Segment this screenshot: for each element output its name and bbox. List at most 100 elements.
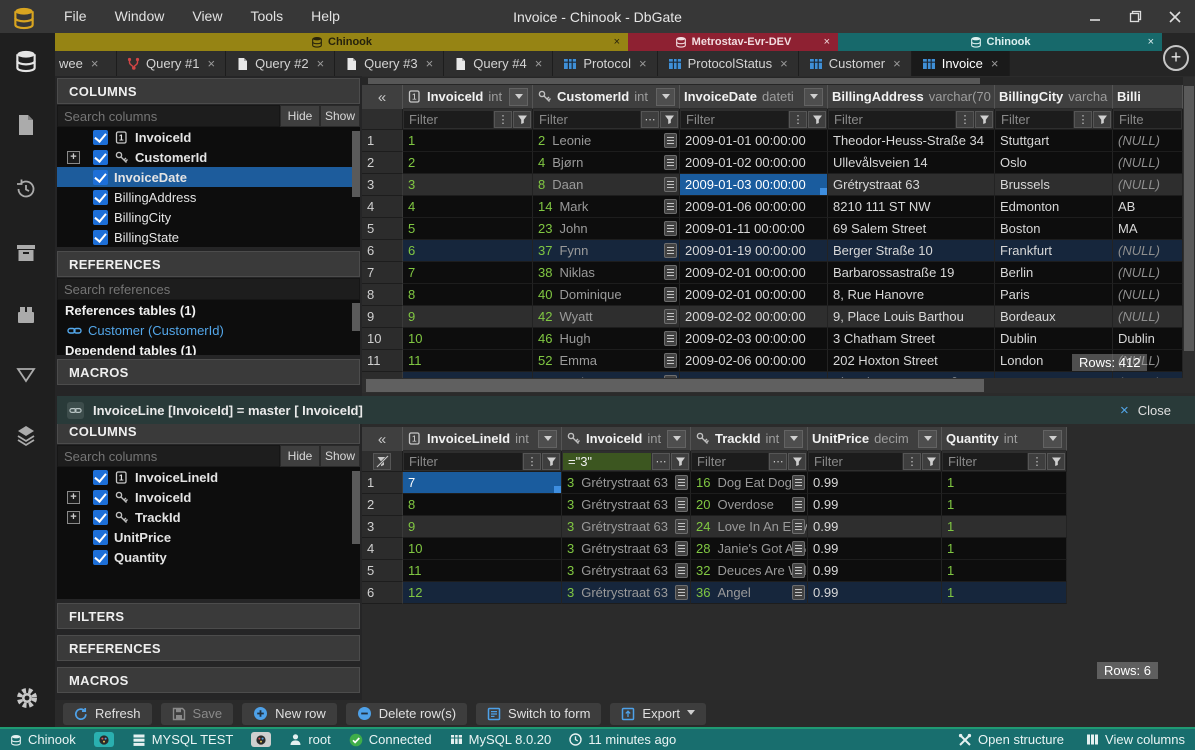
cell-invoicelineid[interactable]: 11: [403, 560, 562, 582]
expand-icon[interactable]: +: [67, 511, 80, 524]
search-references-input[interactable]: [57, 278, 360, 300]
switch-to-form-button[interactable]: Switch to form: [476, 703, 601, 725]
close-label[interactable]: Close: [1138, 403, 1171, 418]
cell-customerid[interactable]: 14Mark: [533, 196, 680, 218]
cell-invoicedate[interactable]: 2009-02-03 00:00:00: [680, 328, 828, 350]
cell-billingaddress[interactable]: 3 Chatham Street: [828, 328, 995, 350]
tab-close-icon[interactable]: ×: [893, 56, 901, 71]
close-group-icon[interactable]: ×: [1148, 36, 1154, 48]
cell-quantity[interactable]: 1: [942, 582, 1067, 604]
column-item-invoicelineid[interactable]: 1InvoiceLineId: [57, 467, 360, 487]
document-icon[interactable]: [675, 541, 688, 556]
column-item-billingaddress[interactable]: BillingAddress: [57, 187, 360, 207]
column-item-invoiceid[interactable]: 1InvoiceId: [57, 127, 360, 147]
macros-panel-header[interactable]: MACROS: [57, 359, 360, 385]
cell-billingcity[interactable]: Stuttgart: [995, 130, 1113, 152]
rail-gear-icon[interactable]: [14, 685, 41, 712]
tab-group-metrostav-evr-dev[interactable]: Metrostav-Evr-DEV×: [628, 33, 838, 51]
column-item-billingcity[interactable]: BillingCity: [57, 207, 360, 227]
filter-input-billingaddress[interactable]: Filter: [829, 111, 955, 128]
filter-menu-icon[interactable]: ⋯: [641, 111, 659, 128]
refresh-button[interactable]: Refresh: [63, 703, 152, 725]
cell-customerid[interactable]: 52Emma: [533, 350, 680, 372]
cell-invoicedate[interactable]: 2009-01-02 00:00:00: [680, 152, 828, 174]
filter-funnel-icon[interactable]: [1047, 453, 1065, 470]
columns-panel-header[interactable]: COLUMNS: [57, 78, 360, 104]
cell-billingstate[interactable]: (NULL): [1113, 130, 1183, 152]
cell-invoicedate[interactable]: 2009-01-11 00:00:00: [680, 218, 828, 240]
row-number[interactable]: 9: [362, 306, 403, 328]
cell-billingaddress[interactable]: Grétrystraat 63: [828, 174, 995, 196]
cell-invoiceid[interactable]: 6: [403, 240, 533, 262]
cell-unitprice[interactable]: 0.99: [808, 472, 942, 494]
reference-link-customer-customerid-[interactable]: Customer (CustomerId): [57, 320, 360, 340]
cell-trackid[interactable]: 20Overdose: [691, 494, 808, 516]
menu-help[interactable]: Help: [297, 0, 354, 33]
checkbox-checked-icon[interactable]: [93, 510, 108, 525]
tab-customer[interactable]: Customer×: [799, 51, 912, 76]
cell-invoicedate[interactable]: 2009-01-03 00:00:00: [680, 174, 828, 196]
column-menu-icon[interactable]: [784, 430, 803, 448]
cell-billingaddress[interactable]: Theodor-Heuss-Straße 34: [828, 130, 995, 152]
tab-query-1[interactable]: Query #1×: [117, 51, 226, 76]
theme-teal-badge-icon[interactable]: [94, 732, 114, 747]
tab-close-icon[interactable]: ×: [639, 56, 647, 71]
filter-input-billi[interactable]: Filte: [1114, 111, 1181, 128]
cell-invoicedate[interactable]: 2009-02-01 00:00:00: [680, 262, 828, 284]
checkbox-checked-icon[interactable]: [93, 490, 108, 505]
tab-query-2[interactable]: Query #2×: [226, 51, 335, 76]
tab-close-icon[interactable]: ×: [317, 56, 325, 71]
document-icon[interactable]: [664, 353, 677, 368]
hide-button[interactable]: Hide: [280, 105, 320, 127]
cell-unitprice[interactable]: 0.99: [808, 560, 942, 582]
cell-billingcity[interactable]: Brussels: [995, 174, 1113, 196]
column-item-billingstate[interactable]: BillingState: [57, 227, 360, 247]
cell-invoiceid[interactable]: 3Grétrystraat 63: [562, 472, 691, 494]
column-header-billingcity[interactable]: BillingCityvarcha: [995, 85, 1113, 109]
new-row-button[interactable]: New row: [242, 703, 337, 725]
cell-billingstate[interactable]: (NULL): [1113, 306, 1183, 328]
cell-billingstate[interactable]: (NULL): [1113, 284, 1183, 306]
cell-billingcity[interactable]: Oslo: [995, 152, 1113, 174]
cell-invoiceid[interactable]: 1: [403, 130, 533, 152]
checkbox-checked-icon[interactable]: [93, 210, 108, 225]
document-icon[interactable]: [664, 177, 677, 192]
cell-unitprice[interactable]: 0.99: [808, 582, 942, 604]
cell-quantity[interactable]: 1: [942, 494, 1067, 516]
cell-billingaddress[interactable]: 8210 111 ST NW: [828, 196, 995, 218]
document-icon[interactable]: [664, 331, 677, 346]
tab-protocol[interactable]: Protocol×: [553, 51, 657, 76]
cell-customerid[interactable]: 23John: [533, 218, 680, 240]
cell-invoiceid[interactable]: 3Grétrystraat 63: [562, 538, 691, 560]
cell-billingaddress[interactable]: 202 Hoxton Street: [828, 350, 995, 372]
cell-invoiceid[interactable]: 5: [403, 218, 533, 240]
column-header-quantity[interactable]: Quantityint: [942, 427, 1067, 451]
filter-funnel-icon[interactable]: [808, 111, 826, 128]
row-number[interactable]: 4: [362, 196, 403, 218]
filter-menu-icon[interactable]: ⋯: [652, 453, 670, 470]
document-icon[interactable]: [675, 563, 688, 578]
tab-close-icon[interactable]: ×: [426, 56, 434, 71]
cell-invoicedate[interactable]: 2009-02-01 00:00:00: [680, 284, 828, 306]
save-button[interactable]: Save: [161, 703, 234, 725]
document-icon[interactable]: [675, 585, 688, 600]
rail-history-icon[interactable]: [14, 177, 41, 204]
row-number[interactable]: 2: [362, 152, 403, 174]
filter-input-invoiceid[interactable]: Filter: [404, 111, 493, 128]
collapse-columns-button[interactable]: «: [362, 427, 403, 451]
document-icon[interactable]: [664, 309, 677, 324]
cell-invoiceid[interactable]: 8: [403, 284, 533, 306]
cell-invoicelineid[interactable]: 9: [403, 516, 562, 538]
rail-plugins-icon[interactable]: [14, 303, 41, 330]
cell-invoicelineid[interactable]: 7: [403, 472, 562, 494]
tab-close-icon[interactable]: ×: [91, 56, 99, 71]
row-number[interactable]: 2: [362, 494, 403, 516]
macros-panel-header-detail[interactable]: MACROS: [57, 667, 360, 693]
cell-invoiceid[interactable]: 3Grétrystraat 63: [562, 560, 691, 582]
cell-invoiceid[interactable]: 9: [403, 306, 533, 328]
checkbox-checked-icon[interactable]: [93, 530, 108, 545]
tab-close-icon[interactable]: ×: [991, 56, 999, 71]
filter-menu-icon[interactable]: ⋯: [769, 453, 787, 470]
cell-trackid[interactable]: 32Deuces Are Wild: [691, 560, 808, 582]
filter-input-quantity[interactable]: Filter: [943, 453, 1027, 470]
